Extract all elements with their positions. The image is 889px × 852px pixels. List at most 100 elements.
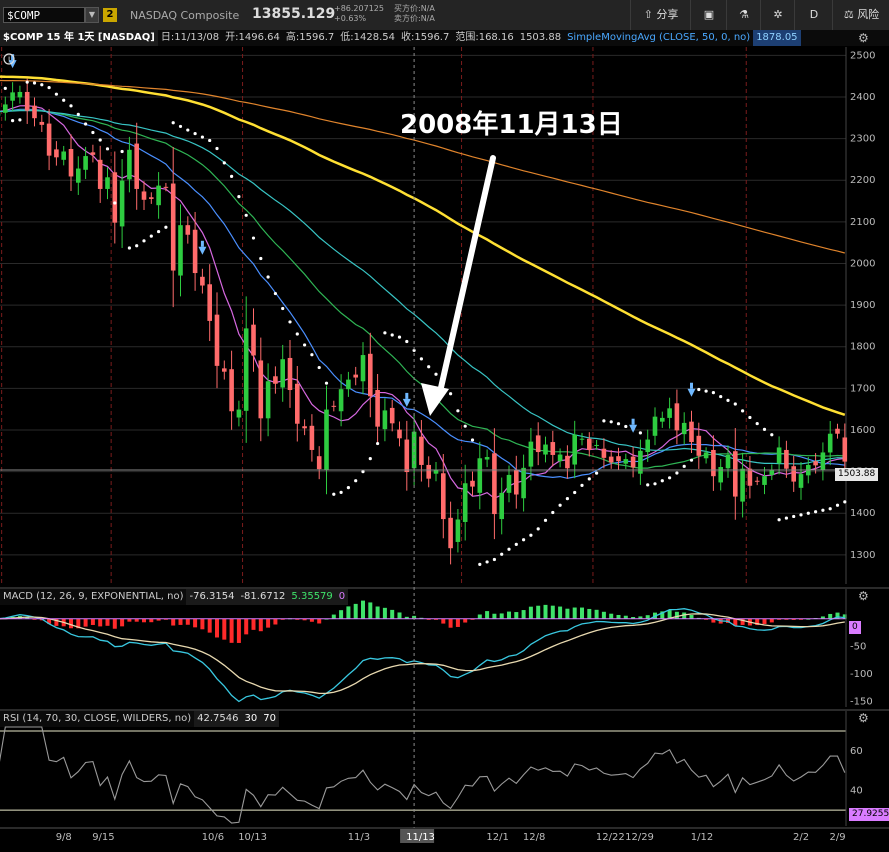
sar-dot: [602, 419, 606, 423]
sar-dot: [84, 122, 88, 126]
candle-body: [616, 456, 621, 462]
notes-button[interactable]: ▣: [690, 0, 727, 30]
candle-body: [762, 476, 767, 485]
sar-dot: [470, 438, 475, 442]
macd-histogram-bar: [17, 616, 22, 619]
macd-histogram-bar: [229, 618, 234, 643]
sar-dot: [222, 161, 226, 165]
macd-histogram-bar: [353, 603, 358, 619]
sar-dot: [390, 333, 394, 337]
candle-body: [725, 454, 731, 469]
candle-body: [200, 276, 205, 286]
macd-label[interactable]: MACD (12, 26, 9, EXPONENTIAL, no): [0, 589, 186, 605]
sar-dot: [595, 471, 599, 475]
candle-body: [287, 357, 293, 391]
macd-histogram-bar: [185, 618, 190, 625]
macd-histogram-bar: [222, 618, 227, 640]
candle-body: [368, 353, 373, 397]
link-group-badge[interactable]: 2: [103, 8, 117, 22]
sar-dot: [806, 511, 810, 515]
candle-body: [302, 426, 307, 429]
macd-histogram-bar: [441, 618, 446, 624]
x-tick-label: 2/9: [830, 832, 846, 843]
macd-histogram-bar: [346, 606, 351, 619]
candle-body: [243, 328, 249, 411]
studies-button[interactable]: ⚗: [726, 0, 761, 30]
chart-settings-icon[interactable]: ⚙: [858, 31, 869, 45]
candle-body: [214, 314, 220, 366]
macd-histogram-bar: [740, 618, 745, 625]
x-tick-label: 2/2: [793, 832, 809, 843]
share-button[interactable]: ⇧ 分享: [630, 0, 691, 30]
candle-body: [156, 185, 161, 206]
sar-dot: [208, 138, 212, 143]
candle-body: [119, 180, 125, 227]
candle-body: [769, 469, 775, 475]
macd-histogram-bar: [69, 618, 73, 629]
sma-study-label[interactable]: SimpleMovingAvg (CLOSE, 50, 0, no): [564, 30, 753, 46]
rsi-settings-icon[interactable]: ⚙: [858, 711, 869, 725]
candle-body: [572, 434, 577, 465]
x-tick-label: 10/6: [202, 832, 224, 843]
macd-histogram-bar: [528, 606, 533, 619]
candle-body: [404, 439, 410, 473]
candle-body: [68, 148, 74, 177]
bar-close: 收:1596.7: [400, 32, 450, 43]
bar-date: 日:11/13/08: [160, 32, 220, 43]
macd-histogram-bar: [536, 605, 541, 619]
candle-body: [806, 464, 811, 476]
candle-body: [711, 449, 716, 477]
macd-histogram-bar: [455, 618, 460, 627]
macd-histogram-bar: [609, 613, 614, 619]
macd-histogram-bar: [718, 618, 723, 624]
signal-arrow-icon: [629, 424, 638, 433]
macd-histogram-bar: [660, 611, 665, 619]
rsi-label[interactable]: RSI (14, 70, 30, CLOSE, WILDERS, no): [0, 711, 194, 727]
sma-100-line: [0, 75, 846, 416]
sar-dot: [536, 527, 540, 531]
candle-body: [141, 191, 147, 200]
macd-histogram-bar: [266, 618, 271, 628]
candle-body: [827, 433, 833, 453]
candle-body: [441, 473, 446, 520]
sar-dot: [383, 331, 387, 335]
candle-body: [652, 416, 658, 436]
risk-label: 风险: [857, 8, 880, 21]
candle-body: [346, 379, 351, 390]
candle-body: [638, 450, 643, 474]
y-tick-label: 2300: [850, 134, 875, 145]
info-icon-glyph: !: [8, 56, 11, 65]
x-tick-label: 11/13: [406, 832, 435, 843]
sar-dot: [120, 149, 124, 154]
sar-dot: [178, 124, 183, 129]
symbol-dropdown-button[interactable]: ▼: [85, 7, 99, 23]
notes-icon: ▣: [703, 8, 715, 21]
sar-dot: [514, 542, 518, 546]
macd-histogram-bar: [711, 618, 716, 623]
candle-body: [280, 359, 285, 388]
candle-body: [608, 456, 614, 463]
symbol-input[interactable]: $COMP: [3, 7, 85, 23]
sar-dot: [18, 118, 22, 122]
macd-histogram-bar: [178, 618, 183, 625]
risk-button[interactable]: ⚖ 风险: [832, 0, 889, 30]
theme-button[interactable]: D: [794, 0, 833, 30]
macd-histogram-bar: [485, 611, 490, 619]
macd-histogram-bar: [653, 612, 657, 619]
macd-histogram-bar: [777, 618, 782, 620]
sar-dot: [142, 239, 146, 243]
rsi-overbought: 70: [260, 711, 279, 727]
sma-200-line: [0, 79, 845, 254]
macd-histogram-bar: [236, 618, 241, 643]
macd-histogram-bar: [258, 618, 263, 632]
y-tick-label: 1700: [850, 383, 875, 394]
macd-histogram-bar: [631, 617, 636, 619]
macd-settings-icon[interactable]: ⚙: [858, 589, 869, 603]
sar-dot: [463, 424, 467, 428]
sar-dot: [251, 236, 256, 240]
sar-dot: [354, 479, 358, 483]
candle-body: [681, 422, 687, 435]
settings-button[interactable]: ✲: [760, 0, 795, 30]
macd-histogram-bar: [10, 616, 15, 619]
flask-icon: ⚗: [739, 8, 749, 21]
